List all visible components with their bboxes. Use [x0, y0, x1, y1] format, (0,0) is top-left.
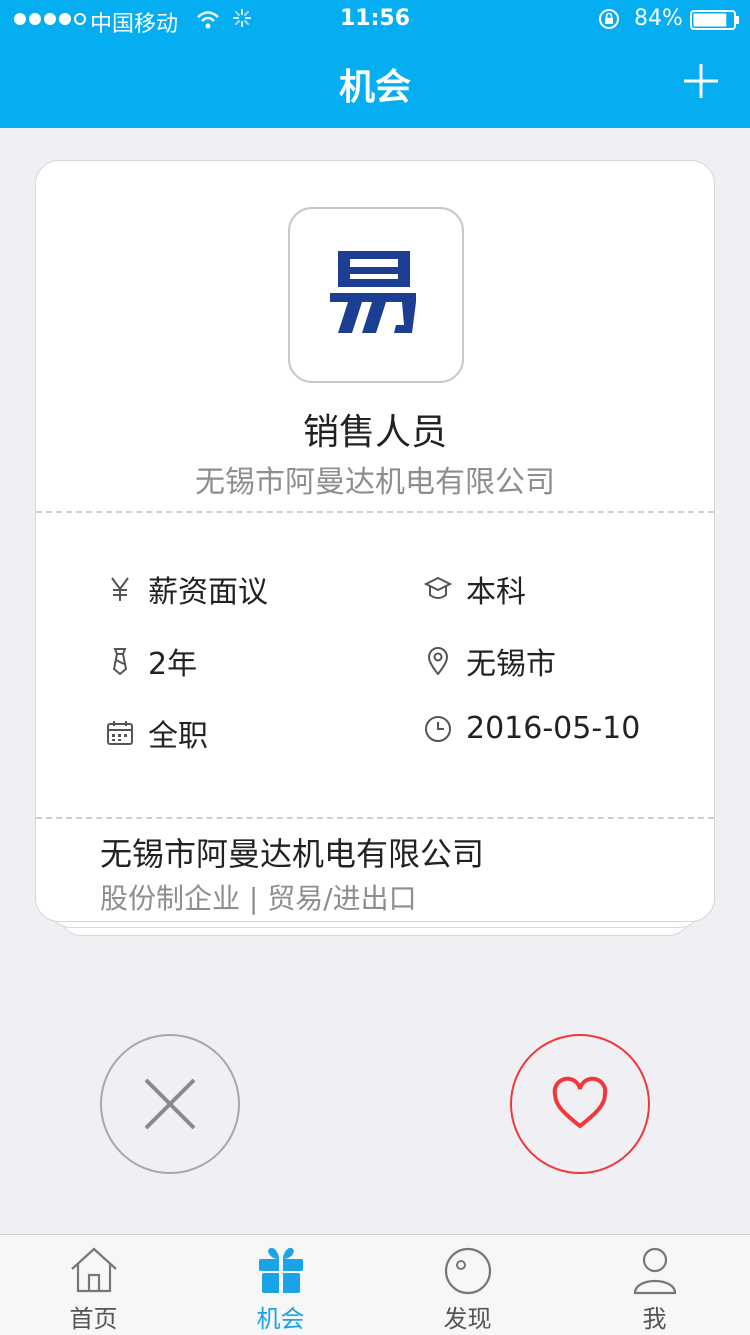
tab-label: 我: [642, 1305, 667, 1333]
experience-value: 2年: [148, 647, 198, 682]
location-value: 无锡市: [466, 647, 556, 682]
home-icon: [71, 1247, 117, 1293]
tab-me[interactable]: 我: [561, 1235, 748, 1335]
tab-opportunities[interactable]: 机会: [187, 1235, 374, 1335]
status-bar: 中国移动 11:56 84%: [0, 0, 750, 40]
salary-value: 薪资面议: [148, 575, 268, 610]
education-row: 本科: [424, 567, 526, 611]
company-logo: [288, 207, 464, 383]
app-header: 中国移动 11:56 84% 机会: [0, 0, 750, 128]
job-title: 销售人员: [302, 412, 447, 453]
job-card[interactable]: 销售人员 无锡市阿曼达机电有限公司 薪资面议 本科 2年 无锡市 全职 2016…: [35, 160, 715, 922]
company-meta: 股份制企业 | 贸易/进出口: [100, 882, 417, 915]
tab-label: 机会: [256, 1305, 305, 1333]
close-icon: [144, 1078, 196, 1130]
company-title: 无锡市阿曼达机电有限公司: [100, 835, 485, 873]
yen-icon: [111, 577, 129, 601]
page-title: 机会: [338, 67, 411, 108]
rotation-lock-icon: [599, 9, 619, 29]
tab-discover[interactable]: 发现: [374, 1235, 561, 1335]
clock-icon: [425, 715, 451, 742]
tab-label: 首页: [69, 1305, 118, 1333]
date-value: 2016-05-10: [466, 711, 641, 746]
job-type-row: 全职: [106, 711, 208, 755]
location-pin-icon: [427, 647, 449, 675]
job-type-value: 全职: [148, 719, 208, 754]
battery-icon: [690, 10, 739, 30]
reject-button[interactable]: [100, 1034, 240, 1174]
discover-icon: [444, 1247, 492, 1295]
tie-icon: [112, 648, 128, 675]
divider: [36, 511, 714, 513]
logo-mark: [330, 251, 416, 333]
company-name: 无锡市阿曼达机电有限公司: [195, 465, 555, 500]
battery-percentage: 84%: [634, 6, 683, 31]
location-row: 无锡市: [424, 639, 556, 683]
tab-bar: 首页 机会 发现 我: [0, 1234, 750, 1335]
education-value: 本科: [466, 575, 526, 610]
tab-label: 发现: [443, 1305, 492, 1333]
salary-row: 薪资面议: [106, 567, 268, 611]
date-row: 2016-05-10: [424, 711, 640, 746]
experience-row: 2年: [106, 639, 197, 683]
add-button[interactable]: [682, 62, 720, 100]
divider: [36, 817, 714, 819]
tab-home[interactable]: 首页: [0, 1235, 187, 1335]
like-button[interactable]: [510, 1034, 650, 1174]
profile-icon: [633, 1247, 677, 1295]
graduation-cap-icon: [424, 576, 452, 599]
heart-icon: [552, 1076, 608, 1129]
calendar-icon: [107, 721, 133, 745]
gift-icon: [259, 1247, 303, 1293]
